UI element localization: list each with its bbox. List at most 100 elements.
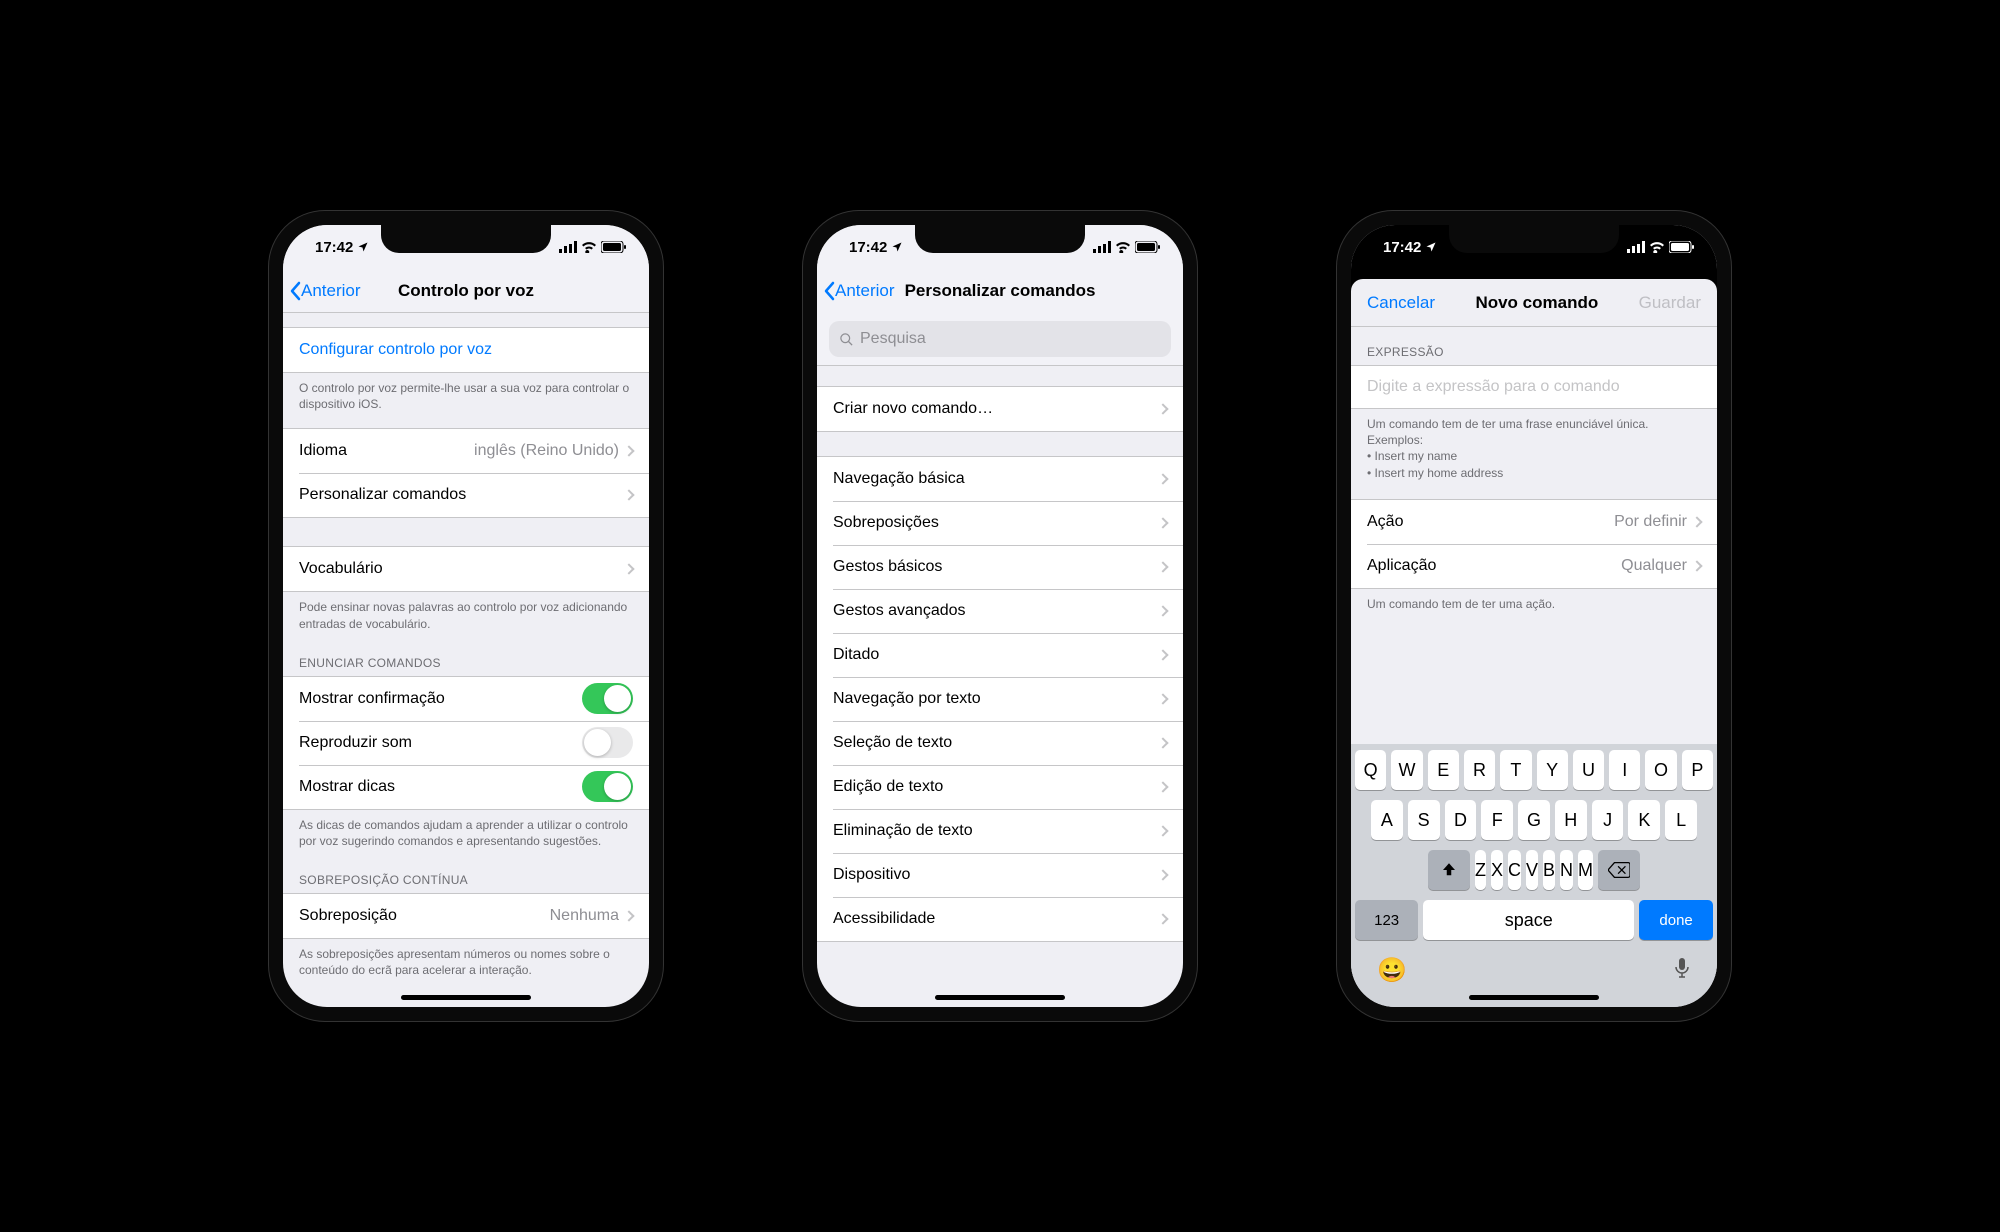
space-key[interactable]: space: [1423, 900, 1634, 940]
command-group-row[interactable]: Eliminação de texto: [817, 809, 1183, 853]
key-t[interactable]: T: [1500, 750, 1531, 790]
key-q[interactable]: Q: [1355, 750, 1386, 790]
key-f[interactable]: F: [1481, 800, 1513, 840]
key-j[interactable]: J: [1592, 800, 1624, 840]
overlay-label: Sobreposição: [299, 907, 550, 925]
key-d[interactable]: D: [1445, 800, 1477, 840]
content[interactable]: Configurar controlo por voz O controlo p…: [283, 313, 649, 1007]
save-button[interactable]: Guardar: [1639, 293, 1701, 313]
chevron-icon: [1157, 605, 1168, 616]
phone-voice-control: 17:42 Anterior Controlo por voz C: [269, 211, 663, 1021]
done-key[interactable]: done: [1639, 900, 1713, 940]
key-e[interactable]: E: [1428, 750, 1459, 790]
language-label: Idioma: [299, 442, 474, 460]
command-group-row[interactable]: Ditado: [817, 633, 1183, 677]
page-title: Personalizar comandos: [905, 281, 1096, 301]
key-x[interactable]: X: [1491, 850, 1503, 890]
key-a[interactable]: A: [1371, 800, 1403, 840]
create-command-row[interactable]: Criar novo comando…: [817, 387, 1183, 431]
key-z[interactable]: Z: [1475, 850, 1486, 890]
shift-key[interactable]: [1428, 850, 1470, 890]
keyboard[interactable]: QWERTYUIOP ASDFGHJKL ZXCVBNM 123 space: [1351, 744, 1717, 1007]
key-k[interactable]: K: [1628, 800, 1660, 840]
home-indicator[interactable]: [401, 995, 531, 1000]
back-button[interactable]: Anterior: [823, 281, 895, 301]
key-y[interactable]: Y: [1537, 750, 1568, 790]
key-g[interactable]: G: [1518, 800, 1550, 840]
command-group-row[interactable]: Dispositivo: [817, 853, 1183, 897]
key-s[interactable]: S: [1408, 800, 1440, 840]
action-footer: Um comando tem de ter uma ação.: [1351, 589, 1717, 618]
home-indicator[interactable]: [935, 995, 1065, 1000]
cancel-button[interactable]: Cancelar: [1367, 293, 1435, 313]
overlay-footer: As sobreposições apresentam números ou n…: [283, 939, 649, 984]
backspace-key[interactable]: [1598, 850, 1640, 890]
group-label: Navegação por texto: [833, 690, 1159, 708]
status-time: 17:42: [1383, 239, 1421, 256]
command-group-row[interactable]: Edição de texto: [817, 765, 1183, 809]
key-i[interactable]: I: [1609, 750, 1640, 790]
key-c[interactable]: C: [1508, 850, 1521, 890]
back-button[interactable]: Anterior: [289, 281, 361, 301]
command-group-row[interactable]: Acessibilidade: [817, 897, 1183, 941]
playsound-label: Reproduzir som: [299, 734, 582, 752]
numbers-key[interactable]: 123: [1355, 900, 1418, 940]
chevron-icon: [1157, 649, 1168, 660]
key-u[interactable]: U: [1573, 750, 1604, 790]
group-label: Dispositivo: [833, 866, 1159, 884]
key-p[interactable]: P: [1682, 750, 1713, 790]
chevron-icon: [1157, 517, 1168, 528]
group-label: Seleção de texto: [833, 734, 1159, 752]
notch: [381, 225, 551, 253]
language-value: inglês (Reino Unido): [474, 442, 619, 460]
show-confirmation-toggle[interactable]: [582, 683, 633, 714]
status-icons: [559, 241, 627, 253]
key-w[interactable]: W: [1391, 750, 1422, 790]
command-group-row[interactable]: Seleção de texto: [817, 721, 1183, 765]
command-group-row[interactable]: Gestos básicos: [817, 545, 1183, 589]
key-o[interactable]: O: [1645, 750, 1676, 790]
chevron-icon: [1157, 473, 1168, 484]
command-group-row[interactable]: Gestos avançados: [817, 589, 1183, 633]
back-label: Anterior: [301, 281, 361, 301]
command-group-row[interactable]: Navegação por texto: [817, 677, 1183, 721]
language-row[interactable]: Idioma inglês (Reino Unido): [283, 429, 649, 473]
key-h[interactable]: H: [1555, 800, 1587, 840]
back-label: Anterior: [835, 281, 895, 301]
expression-input[interactable]: Digite a expressão para o comando: [1351, 365, 1717, 409]
key-r[interactable]: R: [1464, 750, 1495, 790]
command-group-row[interactable]: Navegação básica: [817, 457, 1183, 501]
phone-new-command: 17:42 Cancelar Novo comando Guardar EXP: [1337, 211, 1731, 1021]
action-value: Por definir: [1614, 513, 1687, 531]
key-b[interactable]: B: [1543, 850, 1555, 890]
content[interactable]: Criar novo comando… Navegação básicaSobr…: [817, 366, 1183, 1007]
emoji-key[interactable]: 😀: [1377, 956, 1407, 985]
configure-voice-control[interactable]: Configurar controlo por voz: [283, 328, 649, 372]
chevron-icon: [1157, 693, 1168, 704]
key-v[interactable]: V: [1526, 850, 1538, 890]
location-icon: [357, 241, 369, 253]
command-group-row[interactable]: Sobreposições: [817, 501, 1183, 545]
content[interactable]: EXPRESSÃO Digite a expressão para o coma…: [1351, 327, 1717, 744]
confirm-label: Mostrar confirmação: [299, 690, 582, 708]
application-row[interactable]: Aplicação Qualquer: [1351, 544, 1717, 588]
mic-key[interactable]: [1673, 956, 1691, 985]
home-indicator[interactable]: [1469, 995, 1599, 1000]
chevron-icon: [623, 446, 634, 457]
vocabulary-label: Vocabulário: [299, 560, 625, 578]
show-tips-toggle[interactable]: [582, 771, 633, 802]
key-m[interactable]: M: [1578, 850, 1593, 890]
expression-header: EXPRESSÃO: [1351, 327, 1717, 365]
search-input[interactable]: Pesquisa: [829, 321, 1171, 357]
chevron-icon: [1157, 913, 1168, 924]
vocabulary-row[interactable]: Vocabulário: [283, 547, 649, 591]
action-row[interactable]: Ação Por definir: [1351, 500, 1717, 544]
action-label: Ação: [1367, 513, 1614, 531]
key-l[interactable]: L: [1665, 800, 1697, 840]
notch: [1449, 225, 1619, 253]
key-n[interactable]: N: [1560, 850, 1573, 890]
overlay-row[interactable]: Sobreposição Nenhuma: [283, 894, 649, 938]
play-sound-toggle[interactable]: [582, 727, 633, 758]
customize-commands-row[interactable]: Personalizar comandos: [283, 473, 649, 517]
configure-footer: O controlo por voz permite-lhe usar a su…: [283, 373, 649, 418]
